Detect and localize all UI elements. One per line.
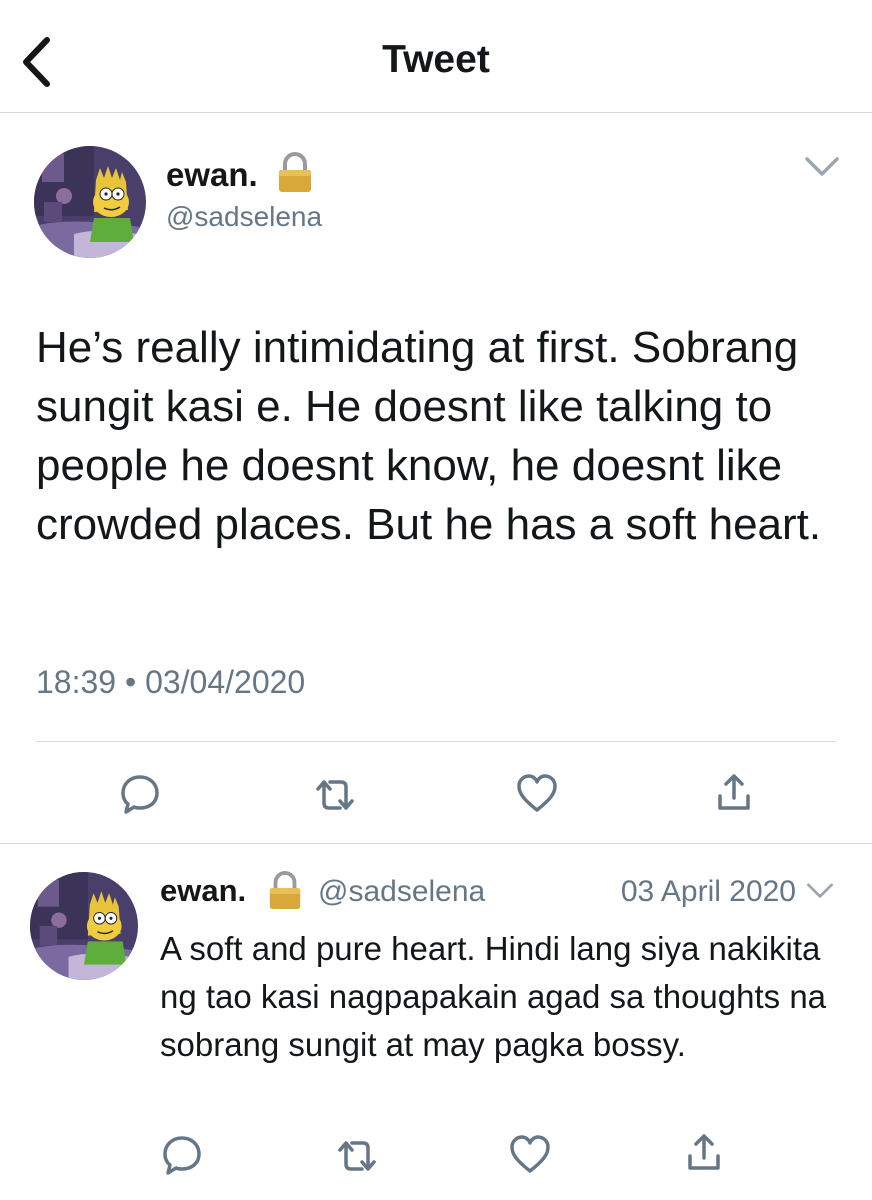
reply-button[interactable] <box>160 1133 204 1182</box>
display-name[interactable]: ewan. <box>160 873 246 909</box>
divider <box>0 843 872 844</box>
tweet-text: A soft and pure heart. Hindi lang siya n… <box>160 930 827 1063</box>
reply-icon <box>163 1136 201 1175</box>
share-button[interactable] <box>682 1130 726 1179</box>
share-icon <box>688 1134 720 1170</box>
share-button[interactable] <box>712 770 756 819</box>
top-navigation-bar: Tweet <box>0 0 872 113</box>
tweet-timestamp[interactable]: 18:39 • 03/04/2020 <box>36 664 305 701</box>
share-icon <box>718 774 750 810</box>
lock-icon <box>266 871 304 916</box>
retweet-icon <box>316 780 354 810</box>
heart-icon <box>510 1135 550 1173</box>
avatar-image <box>34 146 146 258</box>
lock-icon <box>275 152 315 199</box>
chevron-down-icon <box>806 883 834 898</box>
retweet-button[interactable] <box>334 1136 380 1181</box>
like-button[interactable] <box>515 773 559 818</box>
divider <box>36 741 836 742</box>
display-name[interactable]: ewan. <box>166 156 258 194</box>
avatar[interactable] <box>34 146 146 258</box>
username-handle[interactable]: @sadselena <box>318 875 485 909</box>
retweet-button[interactable] <box>312 775 358 820</box>
avatar-image <box>30 872 138 980</box>
heart-icon <box>517 774 557 812</box>
tweet-date[interactable]: 03 April 2020 <box>621 875 796 909</box>
chevron-down-icon <box>805 157 839 176</box>
tweet-menu-button[interactable] <box>804 156 840 183</box>
tweet-text: He’s really intimidating at first. Sobra… <box>36 323 822 549</box>
tweet-menu-button[interactable] <box>806 882 834 905</box>
page-title: Tweet <box>382 38 490 81</box>
username-handle[interactable]: @sadselena <box>166 201 322 233</box>
like-button[interactable] <box>508 1134 552 1179</box>
reply-icon <box>121 775 159 814</box>
avatar[interactable] <box>30 872 138 980</box>
reply-button[interactable] <box>118 772 162 821</box>
retweet-icon <box>338 1141 376 1171</box>
